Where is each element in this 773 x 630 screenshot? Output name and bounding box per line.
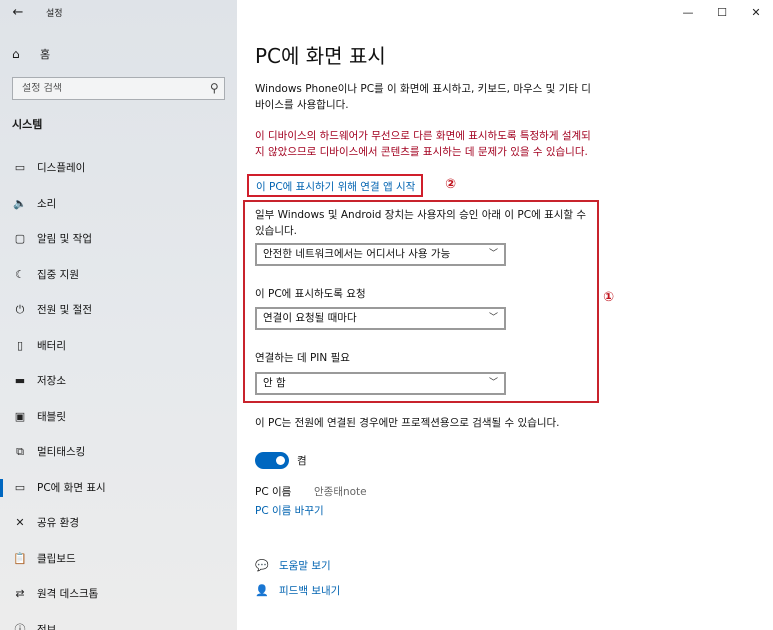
section-title: 시스템 bbox=[12, 118, 43, 131]
option-pin-label: 연결하는 데 PIN 필요 bbox=[255, 352, 350, 364]
sidebar-item-storage[interactable]: ▬ 저장소 bbox=[0, 363, 237, 399]
app-title: 설정 bbox=[46, 9, 63, 19]
chevron-down-icon: ﹀ bbox=[488, 378, 498, 388]
focus-assist-icon: ☾ bbox=[15, 267, 25, 281]
sidebar-item-display[interactable]: ▭ 디스플레이 bbox=[0, 150, 237, 186]
chevron-down-icon: ﹀ bbox=[488, 249, 498, 259]
page-description: Windows Phone이나 PC를 이 화면에 표시하고, 키보드, 마우스… bbox=[255, 83, 591, 111]
annotation-badge-1: ① bbox=[603, 290, 615, 305]
sidebar-item-label: 멀티태스킹 bbox=[37, 446, 86, 459]
sidebar-item-about[interactable]: ⓘ 정보 bbox=[0, 612, 237, 630]
help-link[interactable]: 도움말 보기 bbox=[279, 558, 331, 573]
shared-experiences-icon: ✕ bbox=[15, 516, 25, 530]
sidebar-item-battery[interactable]: ▯ 배터리 bbox=[0, 328, 237, 364]
home-icon: ⌂ bbox=[12, 47, 20, 61]
dropdown-value: 안 함 bbox=[263, 377, 286, 389]
power-icon: ⏻ bbox=[15, 302, 25, 316]
sidebar-item-label: PC에 화면 표시 bbox=[37, 481, 106, 494]
sidebar-item-notification[interactable]: ▢ 알림 및 작업 bbox=[0, 221, 237, 257]
window-controls: — ☐ ✕ bbox=[671, 0, 773, 26]
notification-icon: ▢ bbox=[14, 232, 26, 246]
remote-desktop-icon: ⇄ bbox=[15, 587, 25, 601]
request-dropdown[interactable]: 연결이 요청될 때마다 ﹀ bbox=[255, 307, 506, 330]
maximize-icon[interactable]: ☐ bbox=[705, 0, 739, 26]
sidebar-item-label: 소리 bbox=[37, 197, 57, 210]
sidebar-item-label: 공유 환경 bbox=[37, 517, 79, 530]
sidebar-item-label: 배터리 bbox=[37, 339, 66, 352]
sidebar-nav: ▭ 디스플레이 🔈 소리 ▢ 알림 및 작업 ☾ 집중 지원 ⏻ 전원 및 절전 ▯ 배터리 ▬ 저장소 ▣… bbox=[0, 150, 237, 630]
feedback-link[interactable]: 피드백 보내기 bbox=[279, 583, 340, 598]
power-discovery-toggle[interactable] bbox=[255, 452, 289, 469]
search-box[interactable]: ⚲ bbox=[12, 77, 225, 100]
sidebar-item-power[interactable]: ⏻ 전원 및 절전 bbox=[0, 292, 237, 328]
sidebar-item-focus-assist[interactable]: ☾ 집중 지원 bbox=[0, 257, 237, 293]
about-icon: ⓘ bbox=[14, 623, 26, 630]
sidebar-item-clipboard[interactable]: 📋 클립보드 bbox=[0, 541, 237, 577]
sidebar-item-label: 전원 및 절전 bbox=[37, 304, 92, 317]
search-input[interactable] bbox=[22, 83, 202, 94]
dropdown-value: 연결이 요청될 때마다 bbox=[263, 312, 357, 324]
tablet-icon: ▣ bbox=[14, 409, 26, 423]
pc-name-value: 안종태note bbox=[314, 486, 367, 498]
sidebar-item-project[interactable]: ▭ PC에 화면 표시 bbox=[0, 470, 237, 506]
back-arrow-icon[interactable]: ← bbox=[8, 4, 28, 22]
availability-dropdown[interactable]: 안전한 네트워크에서는 어디서나 사용 가능 ﹀ bbox=[255, 243, 506, 266]
main-content: — ☐ ✕ PC에 화면 표시 Windows Phone이나 PC를 이 화면… bbox=[237, 0, 773, 630]
multitasking-icon: ⧉ bbox=[16, 444, 24, 458]
sidebar-item-label: 알림 및 작업 bbox=[37, 233, 92, 246]
sidebar-item-sound[interactable]: 🔈 소리 bbox=[0, 186, 237, 222]
sidebar: ← 설정 ⌂ 홈 ⚲ 시스템 ▭ 디스플레이 🔈 소리 ▢ 알림 및 작업 ☾ 집중 지원 ⏻ 전… bbox=[0, 0, 237, 630]
minimize-icon[interactable]: — bbox=[671, 0, 705, 26]
sidebar-item-label: 홈 bbox=[40, 48, 51, 61]
sidebar-item-shared-experiences[interactable]: ✕ 공유 환경 bbox=[0, 505, 237, 541]
sound-icon: 🔈 bbox=[13, 196, 27, 210]
project-icon: ▭ bbox=[14, 480, 26, 494]
sidebar-item-label: 클립보드 bbox=[37, 552, 76, 565]
option-availability-label: 일부 Windows 및 Android 장치는 사용자의 승인 아래 이 PC… bbox=[255, 209, 587, 237]
help-icon: 💬 bbox=[255, 559, 269, 572]
sidebar-item-label: 저장소 bbox=[37, 375, 66, 388]
storage-icon: ▬ bbox=[14, 374, 26, 388]
power-discovery-text: 이 PC는 전원에 연결된 경우에만 프로젝션용으로 검색될 수 있습니다. bbox=[255, 417, 560, 429]
option-request-label: 이 PC에 표시하도록 요청 bbox=[255, 288, 366, 300]
hardware-warning: 이 디바이스의 하드웨어가 무선으로 다른 화면에 표시하도록 특정하게 설계되… bbox=[255, 130, 591, 158]
sidebar-item-home[interactable]: ⌂ 홈 bbox=[0, 42, 237, 66]
toggle-knob bbox=[276, 456, 285, 465]
toggle-state-label: 켬 bbox=[297, 455, 307, 467]
feedback-icon: 👤 bbox=[255, 584, 269, 597]
title-bar: ← 설정 bbox=[0, 0, 237, 26]
sidebar-item-label: 원격 데스크톱 bbox=[37, 588, 99, 601]
annotation-badge-2: ② bbox=[445, 177, 457, 192]
pin-dropdown[interactable]: 안 함 ﹀ bbox=[255, 372, 506, 395]
sidebar-item-label: 태블릿 bbox=[37, 410, 66, 423]
rename-pc-link[interactable]: PC 이름 바꾸기 bbox=[255, 503, 324, 518]
display-icon: ▭ bbox=[14, 161, 26, 175]
help-link-row[interactable]: 💬 도움말 보기 bbox=[255, 558, 331, 573]
search-icon[interactable]: ⚲ bbox=[210, 81, 219, 95]
sidebar-item-remote-desktop[interactable]: ⇄ 원격 데스크톱 bbox=[0, 576, 237, 612]
sidebar-item-tablet[interactable]: ▣ 태블릿 bbox=[0, 399, 237, 435]
chevron-down-icon: ﹀ bbox=[488, 313, 498, 323]
battery-icon: ▯ bbox=[16, 338, 24, 352]
sidebar-item-label: 집중 지원 bbox=[37, 268, 79, 281]
sidebar-item-label: 디스플레이 bbox=[37, 162, 86, 175]
clipboard-icon: 📋 bbox=[13, 551, 27, 565]
pc-name-label: PC 이름 bbox=[255, 486, 292, 498]
sidebar-item-label: 정보 bbox=[37, 623, 57, 630]
launch-connect-app-link[interactable]: 이 PC에 표시하기 위해 연결 앱 시작 bbox=[247, 174, 424, 197]
page-title: PC에 화면 표시 bbox=[255, 44, 386, 68]
close-icon[interactable]: ✕ bbox=[739, 0, 773, 26]
sidebar-item-multitasking[interactable]: ⧉ 멀티태스킹 bbox=[0, 434, 237, 470]
feedback-link-row[interactable]: 👤 피드백 보내기 bbox=[255, 583, 340, 598]
dropdown-value: 안전한 네트워크에서는 어디서나 사용 가능 bbox=[263, 248, 451, 260]
